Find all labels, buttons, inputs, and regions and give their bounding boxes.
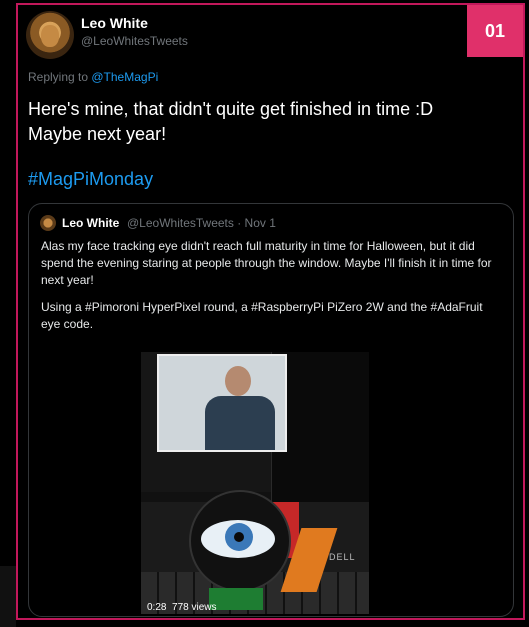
quoted-paragraph: Using a #Pimoroni HyperPixel round, a #R… [41,300,483,331]
quoted-meta: @LeoWhitesTweets · Nov 1 [127,216,276,230]
hashtag-link[interactable]: #MagPiMonday [28,169,153,190]
tweet-text: Here's mine, that didn't quite get finis… [28,97,468,147]
quoted-author-name: Leo White [62,216,120,230]
background-panel [0,566,16,627]
replying-to: Replying to @TheMagPi [28,70,158,84]
video-player[interactable]: DELL 0:28 778 views [141,352,369,614]
avatar[interactable] [26,11,74,59]
video-views: 778 views [172,602,217,613]
reply-mention-link[interactable]: @TheMagPi [91,70,158,84]
figure-number-badge: 01 [467,5,523,57]
circuit-board [209,588,263,610]
tweet-card: 01 Leo White @LeoWhitesTweets Replying t… [16,3,525,620]
tweet-text-line: Maybe next year! [28,124,167,144]
tweet-text-line: Here's mine, that didn't quite get finis… [28,99,434,119]
video-window [157,354,287,452]
person-body [205,396,275,450]
author-name[interactable]: Leo White [81,15,148,31]
video-time: 0:28 [147,602,167,613]
person-head [225,366,251,396]
author-handle[interactable]: @LeoWhitesTweets [81,34,188,48]
replying-prefix: Replying to [28,70,92,84]
quoted-paragraph: Alas my face tracking eye didn't reach f… [41,239,492,287]
quoted-avatar [40,215,56,231]
quoted-text: Alas my face tracking eye didn't reach f… [41,238,503,343]
brand-logo: DELL [329,552,356,562]
eye-pupil [234,532,244,542]
video-stats: 0:28 778 views [147,602,217,613]
lion-face-icon [41,25,59,47]
quoted-tweet[interactable]: Leo White @LeoWhitesTweets · Nov 1 Alas … [28,203,514,617]
